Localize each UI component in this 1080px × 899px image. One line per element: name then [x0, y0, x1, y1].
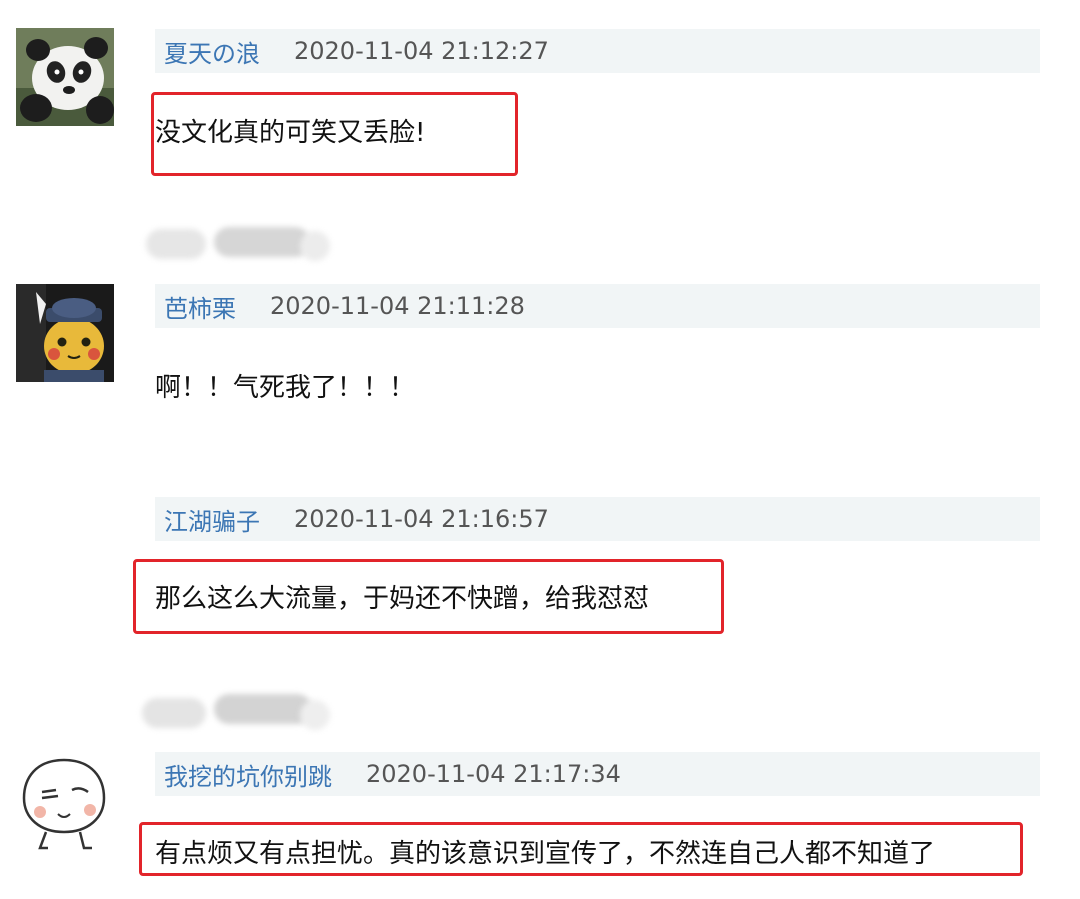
- comment-username[interactable]: 夏天の浪: [164, 34, 260, 69]
- pikachu-detective-avatar-icon[interactable]: [16, 284, 114, 382]
- comment-timestamp: 2020-11-04 21:17:34: [366, 760, 621, 788]
- comment-text: 有点烦又有点担忧。真的该意识到宣传了，不然连自己人都不知道了: [155, 839, 936, 869]
- blurred-block: [214, 694, 312, 724]
- comment-text: 那么这么大流量，于妈还不快蹭，给我怼怼: [155, 584, 650, 614]
- comment-text: 啊！！气死我了！！！: [155, 373, 416, 403]
- blurred-block: [214, 227, 310, 257]
- blurred-block: [300, 700, 330, 730]
- comment-header: 我挖的坑你别跳 2020-11-04 21:17:34: [155, 752, 1040, 796]
- comment-header: 芭柿栗 2020-11-04 21:11:28: [155, 284, 1040, 328]
- comment-header: 江湖骗子 2020-11-04 21:16:57: [155, 497, 1040, 541]
- blurred-block: [142, 698, 206, 728]
- blurred-block: [300, 231, 330, 261]
- comment-username[interactable]: 我挖的坑你别跳: [164, 757, 332, 792]
- cartoon-face-avatar-icon[interactable]: [16, 752, 112, 850]
- panda-avatar-icon[interactable]: [16, 28, 114, 126]
- blurred-block: [146, 229, 206, 259]
- comment-text: 没文化真的可笑又丢脸!: [155, 118, 426, 148]
- comment-timestamp: 2020-11-04 21:11:28: [270, 292, 525, 320]
- comment-header: 夏天の浪 2020-11-04 21:12:27: [155, 29, 1040, 73]
- comment-timestamp: 2020-11-04 21:12:27: [294, 37, 549, 65]
- comment-timestamp: 2020-11-04 21:16:57: [294, 505, 549, 533]
- comment-username[interactable]: 芭柿栗: [164, 289, 236, 324]
- comment-username[interactable]: 江湖骗子: [164, 502, 260, 537]
